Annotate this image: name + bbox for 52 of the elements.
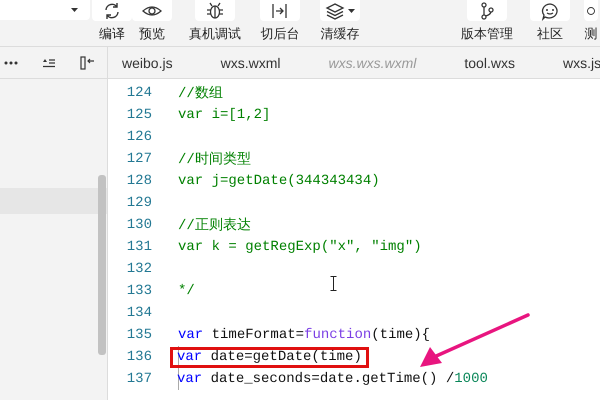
code-line: //时间类型 (178, 150, 251, 168)
code-line: var i=[1,2] (178, 107, 270, 123)
line-number: 133 (126, 283, 152, 299)
line-number: 129 (126, 195, 152, 211)
line-number: 131 (126, 239, 152, 255)
more-icon[interactable] (4, 60, 18, 64)
toolbar-label[interactable]: 预览 (139, 25, 165, 43)
toolbar-label[interactable]: 真机调试 (189, 25, 241, 43)
dropdown-field[interactable] (0, 0, 90, 20)
line-number: 134 (126, 305, 152, 321)
file-tab[interactable]: tool.wxs (450, 54, 549, 70)
line-number: 127 (126, 151, 152, 167)
code-line: //数组 (178, 84, 223, 102)
toolbar-label[interactable]: 版本管理 (461, 25, 513, 43)
line-number: 130 (126, 217, 152, 233)
code-line: var date_seconds=date.getTime() /1000 (177, 371, 488, 387)
line-number: 125 (126, 107, 152, 123)
code-line: */ (178, 283, 195, 299)
toolbar-icon-button[interactable] (467, 0, 507, 21)
chat-bubble-icon (540, 0, 560, 20)
toolbar-label[interactable]: 清缓存 (320, 25, 360, 43)
toolbar-icon-button[interactable] (92, 0, 132, 21)
toolbar-label[interactable]: 编译 (99, 25, 125, 43)
code-line: var j=getDate(344343434) (178, 173, 380, 189)
line-number: 126 (126, 129, 152, 145)
toolbar-icon-button[interactable] (530, 0, 570, 21)
line-number: 137 (126, 371, 152, 387)
line-number: 132 (126, 261, 152, 277)
list-icon[interactable] (42, 58, 56, 68)
code-line: var timeFormat=function(time){ (178, 327, 430, 343)
layers-icon (325, 0, 345, 20)
collapse-icon[interactable] (80, 56, 95, 70)
bug-icon (205, 0, 225, 20)
code-line: //正则表达 (178, 216, 251, 234)
caret-icon (348, 8, 355, 12)
toolbar-icon-button[interactable] (260, 0, 300, 21)
file-tab[interactable]: wxs.wxml (206, 54, 314, 70)
scrollbar-thumb[interactable] (98, 175, 106, 355)
toolbar-label[interactable]: 测 (584, 25, 598, 43)
code-line: var k = getRegExp("x", "img") (178, 239, 422, 255)
toolbar-label[interactable]: 社区 (537, 25, 563, 43)
line-number: 124 (126, 85, 152, 101)
line-number: 135 (126, 327, 152, 343)
toolbar-icon-button[interactable] (132, 0, 172, 21)
line-number: 128 (126, 173, 152, 189)
file-tab[interactable]: weibo.js (108, 54, 207, 70)
text-cursor-icon (330, 276, 337, 291)
toolbar-label[interactable]: 切后台 (260, 25, 300, 43)
caret-icon (71, 8, 78, 12)
line-number: 136 (126, 349, 152, 365)
toolbar-icon-button[interactable] (195, 0, 235, 21)
toolbar-icon-button[interactable] (320, 0, 360, 21)
